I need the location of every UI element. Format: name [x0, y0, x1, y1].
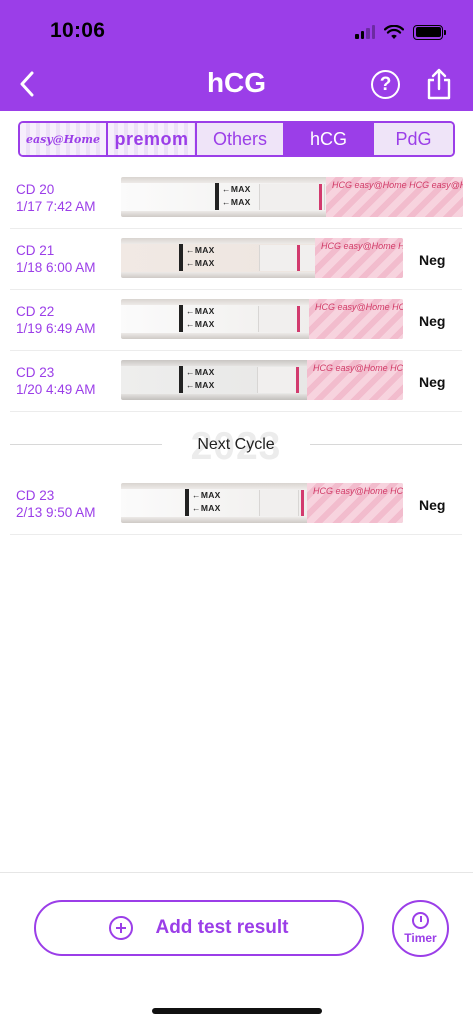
- test-result: Neg: [419, 252, 446, 268]
- clock-icon: [412, 912, 429, 929]
- tab-label: premom: [114, 128, 189, 149]
- question-icon: ?: [379, 73, 392, 95]
- test-row[interactable]: CD 20 1/17 7:42 AM ←MAX ←MAX HCG easy@Hom…: [10, 169, 463, 229]
- strip-brand-text: HCG easy@Home HCG easy@Home HCG easy@Hom…: [332, 180, 463, 190]
- cycle-day: CD 20: [16, 182, 55, 197]
- brand-filter-tabs: easy@Home premom Others hCG PdG: [18, 121, 455, 157]
- tab-others[interactable]: Others: [197, 123, 285, 155]
- test-row-meta: CD 22 1/19 6:49 AM: [16, 303, 96, 337]
- test-row[interactable]: CD 23 1/20 4:49 AM ←MAX ←MAX HCG easy@Hom…: [10, 352, 462, 412]
- cycle-day: CD 21: [16, 243, 55, 258]
- next-cycle-label: Next Cycle: [197, 436, 275, 453]
- battery-icon: [413, 24, 446, 40]
- strip-brand-text: HCG easy@Home HCG easy@Home HCG easy@Hom…: [321, 241, 403, 251]
- strip-brand-text: HCG easy@Home HCG easy@Home HCG easy@Hom…: [315, 302, 403, 312]
- status-time: 10:06: [50, 19, 106, 42]
- tab-hcg[interactable]: hCG: [285, 123, 374, 155]
- tab-label: easy@Home: [25, 132, 101, 146]
- test-result: Neg: [419, 374, 446, 390]
- cycle-day: CD 22: [16, 304, 55, 319]
- test-row[interactable]: CD 22 1/19 6:49 AM ←MAX ←MAX HCG easy@Hom…: [10, 291, 462, 351]
- help-button[interactable]: ?: [371, 70, 400, 99]
- test-strip-image: ←MAX←MAX HCG easy@Home HCG easy@Home HCG…: [121, 483, 403, 523]
- page-title: hCG: [206, 67, 267, 98]
- test-row-meta: CD 21 1/18 6:00 AM: [16, 242, 96, 276]
- test-results-list: CD 20 1/17 7:42 AM ←MAX ←MAX HCG easy@Hom…: [10, 169, 463, 536]
- test-row-meta: CD 23 1/20 4:49 AM: [16, 364, 96, 398]
- tab-premom[interactable]: premom: [108, 123, 197, 155]
- tab-label: hCG: [309, 128, 347, 149]
- home-indicator: [152, 1008, 322, 1014]
- test-strip-image: ←MAX←MAX HCG easy@Home HCG easy@Home HCG…: [121, 238, 403, 278]
- tab-label: PdG: [395, 128, 432, 149]
- test-strip-image: ←MAX←MAX HCG easy@Home HCG easy@Home HCG…: [121, 177, 463, 217]
- cellular-signal-icon: [355, 25, 375, 39]
- cycle-day: CD 23: [16, 488, 55, 503]
- test-strip-image: ←MAX←MAX HCG easy@Home HCG easy@Home HCG…: [121, 299, 403, 339]
- share-button[interactable]: [424, 67, 454, 101]
- header: 10:06 hCG ?: [0, 0, 473, 111]
- cycle-separator: 2023 Next Cycle: [10, 413, 462, 475]
- add-test-result-label: Add test result: [155, 917, 289, 938]
- test-datetime: 1/19 6:49 AM: [16, 321, 96, 336]
- strip-brand-text: HCG easy@Home HCG easy@Home HCG easy@Hom…: [313, 363, 403, 373]
- add-test-result-button[interactable]: Add test result: [34, 900, 364, 956]
- test-result: Neg: [419, 313, 446, 329]
- test-row-meta: CD 23 2/13 9:50 AM: [16, 487, 96, 521]
- cycle-day: CD 23: [16, 365, 55, 380]
- share-icon: [427, 68, 451, 100]
- wifi-icon: [384, 24, 404, 39]
- timer-label: Timer: [404, 931, 437, 945]
- test-strip-image: ←MAX←MAX HCG easy@Home HCG easy@Home HCG…: [121, 360, 403, 400]
- test-datetime: 1/17 7:42 AM: [16, 199, 96, 214]
- status-icons: [355, 22, 446, 42]
- strip-brand-text: HCG easy@Home HCG easy@Home HCG easy@Hom…: [313, 486, 403, 496]
- tab-easy-home[interactable]: easy@Home: [20, 123, 108, 155]
- tab-pdg[interactable]: PdG: [374, 123, 453, 155]
- bottom-divider: [0, 872, 473, 873]
- test-row[interactable]: CD 23 2/13 9:50 AM ←MAX ←MAX HCG easy@Hom…: [10, 475, 462, 535]
- test-datetime: 2/13 9:50 AM: [16, 505, 96, 520]
- test-row[interactable]: CD 21 1/18 6:00 AM ←MAX ←MAX HCG easy@Hom…: [10, 230, 462, 290]
- tab-label: Others: [212, 128, 268, 149]
- test-datetime: 1/18 6:00 AM: [16, 260, 96, 275]
- timer-button[interactable]: Timer: [392, 900, 449, 957]
- test-result: Neg: [419, 497, 446, 513]
- plus-circle-icon: [109, 916, 134, 940]
- test-row-meta: CD 20 1/17 7:42 AM: [16, 181, 96, 215]
- test-datetime: 1/20 4:49 AM: [16, 382, 96, 397]
